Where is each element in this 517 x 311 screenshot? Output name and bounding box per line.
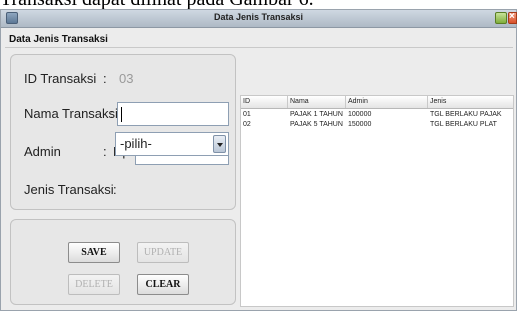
delete-button[interactable]: DELETE: [68, 274, 120, 295]
table-row[interactable]: 01 PAJAK 1 TAHUN 100000 TGL BERLAKU PAJA…: [241, 110, 513, 120]
cell-admin: 100000: [348, 111, 372, 118]
nama-transaksi-input[interactable]: [117, 102, 229, 126]
button-panel: SAVE UPDATE DELETE CLEAR: [10, 219, 236, 305]
divider: [5, 47, 513, 48]
jenis-colon: :: [113, 182, 117, 197]
column-header-admin[interactable]: Admin: [346, 96, 428, 108]
id-transaksi-label: ID Transaksi: [24, 71, 97, 86]
cell-id: 02: [243, 121, 251, 128]
cell-jenis: TGL BERLAKU PLAT: [430, 121, 497, 128]
id-transaksi-value: 03: [119, 71, 134, 86]
table-row[interactable]: 02 PAJAK 5 TAHUN 150000 TGL BERLAKU PLAT: [241, 120, 513, 130]
id-colon: :: [103, 71, 107, 86]
title-bar[interactable]: Data Jenis Transaksi ×: [1, 10, 517, 28]
minimize-icon[interactable]: [495, 12, 507, 24]
cell-id: 01: [243, 111, 251, 118]
update-button[interactable]: UPDATE: [137, 242, 189, 263]
column-header-id[interactable]: ID: [241, 96, 288, 108]
chevron-down-icon[interactable]: [213, 135, 226, 153]
save-button[interactable]: SAVE: [68, 242, 120, 263]
jenis-transaksi-label: Jenis Transaksi: [24, 182, 114, 197]
window-title: Data Jenis Transaksi: [213, 12, 304, 22]
admin-colon: :: [103, 144, 107, 159]
transaksi-table[interactable]: ID Nama Admin Jenis 01 PAJAK 1 TAHUN 100…: [240, 95, 514, 307]
cell-jenis: TGL BERLAKU PAJAK: [430, 111, 502, 118]
close-icon[interactable]: ×: [508, 11, 517, 24]
clear-button[interactable]: CLEAR: [137, 274, 189, 295]
jenis-transaksi-select[interactable]: -pilih-: [115, 132, 229, 156]
app-window: Data Jenis Transaksi × Data Jenis Transa…: [0, 9, 517, 311]
column-header-nama[interactable]: Nama: [288, 96, 346, 108]
column-header-jenis[interactable]: Jenis: [428, 96, 513, 108]
text-caret: [121, 107, 122, 122]
nama-colon: :: [110, 106, 114, 121]
cell-nama: PAJAK 1 TAHUN: [290, 111, 343, 118]
nama-transaksi-label: Nama Transaksi: [24, 106, 118, 121]
admin-label: Admin: [24, 144, 61, 159]
jenis-selected-value: -pilih-: [120, 136, 152, 151]
cell-nama: PAJAK 5 TAHUN: [290, 121, 343, 128]
form-heading: Data Jenis Transaksi: [9, 34, 108, 45]
cell-admin: 150000: [348, 121, 372, 128]
table-header: ID Nama Admin Jenis: [241, 96, 513, 109]
